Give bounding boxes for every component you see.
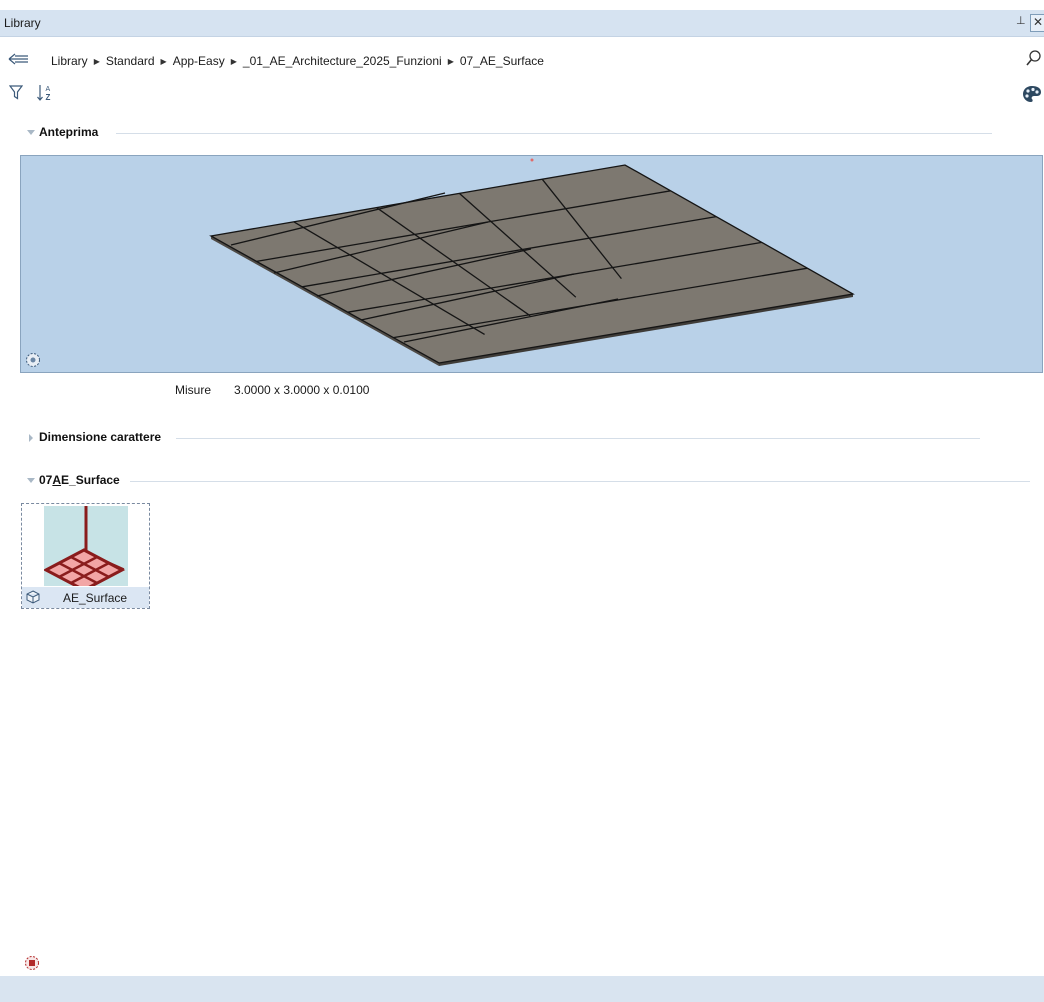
section-divider	[130, 481, 1030, 482]
section-title-preview: Anteprima	[39, 125, 99, 139]
library-item-ae-surface[interactable]: AE_Surface	[21, 503, 150, 609]
svg-text:A: A	[46, 86, 51, 93]
search-icon[interactable]	[1026, 50, 1042, 68]
section-header-dimension[interactable]: Dimensione carattere	[0, 430, 1044, 446]
3d-cube-icon	[26, 590, 40, 604]
breadcrumb-item-surface[interactable]: 07_AE_Surface	[460, 54, 544, 68]
section-title-folder: 07AE_Surface	[39, 473, 120, 487]
breadcrumb: Library ▶ Standard ▶ App-Easy ▶ _01_AE_Archite…	[51, 54, 544, 68]
breadcrumb-item-architecture[interactable]: _01_AE_Architecture_2025_Funzioni	[243, 54, 442, 68]
library-item-label: AE_Surface	[63, 591, 128, 605]
filter-icon[interactable]	[9, 85, 23, 100]
section-header-preview[interactable]: Anteprima	[0, 125, 1044, 141]
breadcrumb-item-standard[interactable]: Standard	[106, 54, 155, 68]
library-item-label-bar: AE_Surface	[22, 587, 149, 608]
palette-icon[interactable]	[1022, 85, 1042, 103]
snap-point-icon[interactable]	[24, 955, 40, 971]
chevron-down-icon	[27, 130, 35, 135]
window-title: Library	[4, 16, 41, 30]
chevron-down-icon	[27, 478, 35, 483]
chevron-right-icon	[29, 434, 33, 442]
section-divider	[116, 133, 992, 134]
chevron-right-icon[interactable]: ▶	[231, 57, 237, 66]
surface-preview-image	[209, 158, 855, 366]
back-arrow-icon[interactable]	[8, 52, 30, 66]
svg-text:Z: Z	[46, 93, 51, 102]
section-header-folder[interactable]: 07AE_Surface	[0, 473, 1044, 489]
chevron-right-icon[interactable]: ▶	[94, 57, 100, 66]
chevron-right-icon[interactable]: ▶	[448, 57, 454, 66]
breadcrumb-item-library[interactable]: Library	[51, 54, 88, 68]
measure-value: 3.0000 x 3.0000 x 0.0100	[234, 383, 370, 397]
section-divider	[176, 438, 980, 439]
measure-label: Misure	[175, 383, 212, 397]
close-button[interactable]: ✕	[1030, 14, 1044, 32]
sort-az-icon[interactable]: A Z	[37, 84, 55, 102]
status-bar	[0, 976, 1044, 1002]
chevron-right-icon[interactable]: ▶	[161, 57, 167, 66]
surface-thumbnail-icon	[44, 506, 128, 586]
section-title-dimension: Dimensione carattere	[39, 430, 162, 444]
preview-viewport[interactable]	[20, 155, 1043, 373]
pin-icon[interactable]: ⊥	[1016, 14, 1026, 27]
breadcrumb-item-app-easy[interactable]: App-Easy	[173, 54, 225, 68]
view-control-icon[interactable]	[25, 352, 41, 368]
window-titlebar: Library ⊥ ✕	[0, 10, 1044, 37]
